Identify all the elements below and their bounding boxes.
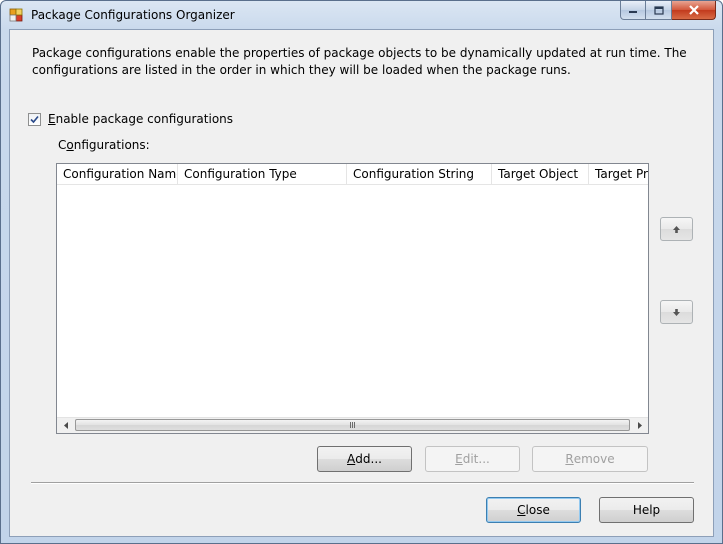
scrollbar-thumb[interactable] (75, 419, 630, 431)
enable-configurations-label: Enable package configurations (48, 112, 234, 126)
column-header-configuration-string[interactable]: Configuration String (347, 164, 492, 184)
divider (31, 482, 694, 484)
horizontal-scrollbar[interactable] (57, 417, 648, 433)
column-header-target-property[interactable]: Target Property (589, 164, 648, 184)
maximize-icon (653, 5, 664, 15)
close-window-button[interactable] (672, 1, 716, 20)
arrow-up-icon (673, 225, 680, 233)
list-header: Configuration Name Configuration Type Co… (57, 164, 648, 185)
dialog-client-area: Package configurations enable the proper… (9, 29, 714, 537)
close-icon (688, 5, 699, 15)
title-bar[interactable]: Package Configurations Organizer (1, 1, 722, 29)
dialog-window: Package Configurations Organizer Package… (0, 0, 723, 544)
edit-button[interactable]: Edit... (425, 446, 520, 472)
description-text: Package configurations enable the proper… (32, 46, 687, 77)
maximize-button[interactable] (646, 1, 672, 20)
close-button[interactable]: Close (486, 497, 581, 523)
move-up-button[interactable] (660, 217, 693, 241)
arrow-down-icon (673, 308, 680, 316)
column-header-configuration-type[interactable]: Configuration Type (178, 164, 347, 184)
scroll-left-button[interactable] (57, 418, 74, 433)
configurations-list[interactable]: Configuration Name Configuration Type Co… (56, 163, 649, 434)
help-button[interactable]: Help (599, 497, 694, 523)
remove-button[interactable]: Remove (532, 446, 648, 472)
checkmark-icon (30, 115, 39, 123)
column-header-configuration-name[interactable]: Configuration Name (57, 164, 178, 184)
add-button[interactable]: Add... (317, 446, 412, 472)
window-controls (620, 1, 716, 20)
move-down-button[interactable] (660, 300, 693, 324)
enable-configurations-checkbox[interactable]: Enable package configurations (28, 112, 233, 126)
column-header-target-object[interactable]: Target Object (492, 164, 589, 184)
checkbox-box[interactable] (28, 112, 41, 126)
minimize-icon (629, 11, 637, 13)
package-icon (9, 8, 23, 22)
scroll-right-icon (637, 422, 642, 429)
scroll-left-icon (63, 422, 68, 429)
grip-icon (350, 422, 355, 428)
scroll-right-button[interactable] (631, 418, 648, 433)
minimize-button[interactable] (620, 1, 646, 20)
configurations-label: Configurations: (58, 138, 150, 152)
window-title: Package Configurations Organizer (31, 8, 235, 22)
